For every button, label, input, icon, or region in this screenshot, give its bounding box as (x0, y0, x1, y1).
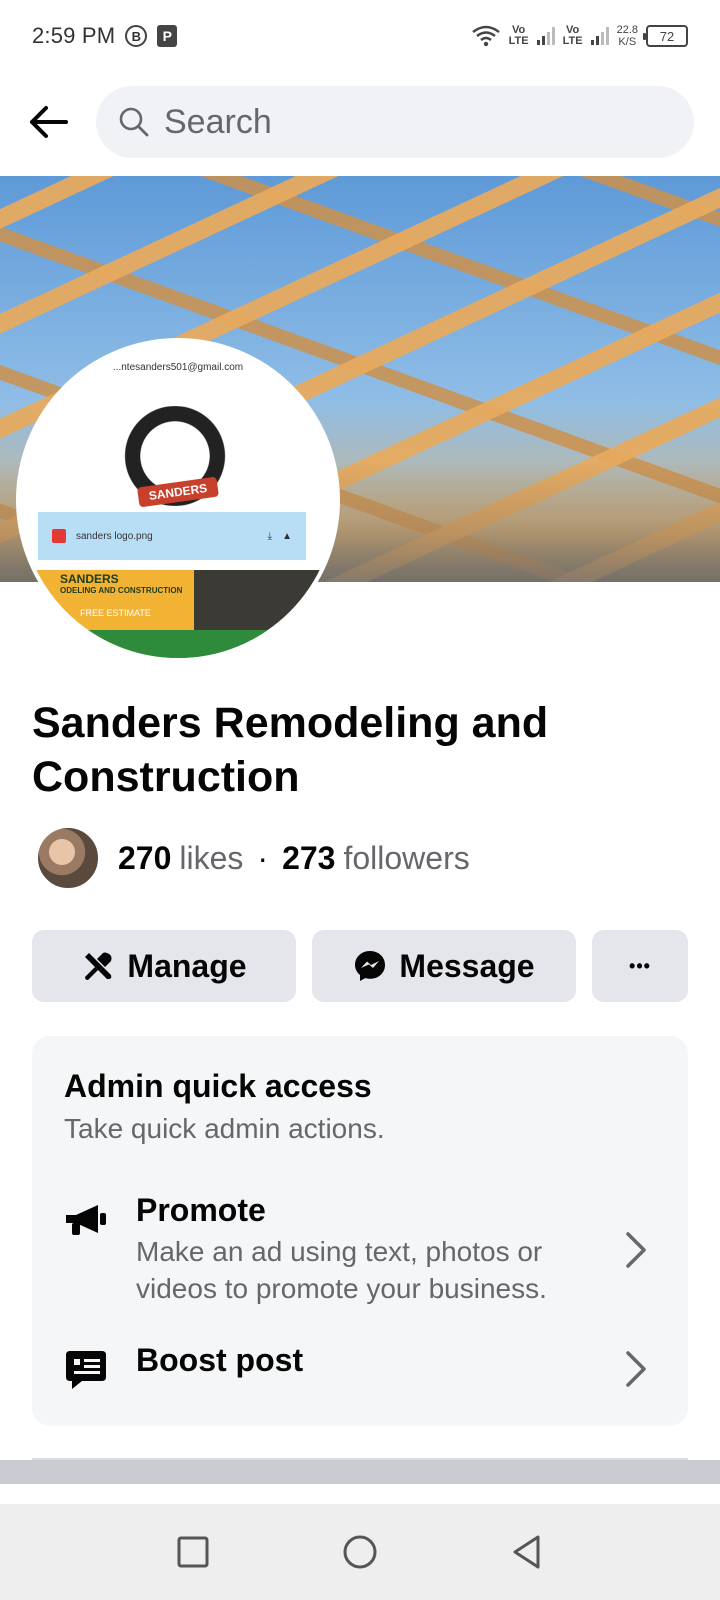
battery-icon: 72 (643, 25, 688, 47)
profile-picture-image: ...ntesanders501@gmail.com SANDERS sande… (20, 342, 336, 658)
signal-bars-icon (536, 27, 555, 45)
likes-count: 270 (118, 839, 172, 876)
boost-post-row[interactable]: Boost post (64, 1342, 656, 1396)
system-nav-bar (0, 1504, 720, 1600)
search-placeholder: Search (164, 102, 272, 141)
arrow-left-icon (30, 106, 68, 138)
home-button[interactable] (330, 1522, 390, 1582)
sim1-lte-text: LTE (508, 35, 529, 47)
megaphone-icon (64, 1196, 124, 1246)
status-bar: 2:59 PM B P Vo LTE Vo LTE 22.8 K/S 72 (0, 0, 720, 72)
profile-picture[interactable]: ...ntesanders501@gmail.com SANDERS sande… (16, 338, 340, 662)
page-title: Sanders Remodeling and Construction (32, 699, 549, 801)
promote-row[interactable]: Promote Make an ad using text, photos or… (64, 1192, 656, 1307)
followers-label: followers (343, 839, 470, 876)
sim2-lte-indicator: Vo LTE (563, 25, 583, 47)
profile-image-file-name: sanders logo.png (76, 530, 153, 542)
sim2-lte-text: LTE (562, 35, 583, 47)
p-notification-icon: P (157, 25, 178, 47)
status-left: 2:59 PM B P (32, 23, 178, 49)
admin-quick-access-card: Admin quick access Take quick admin acti… (32, 1036, 688, 1426)
admin-card-subtitle: Take quick admin actions. (64, 1113, 385, 1144)
page-actions: Manage Message ••• (32, 930, 688, 1002)
speed-unit: K/S (618, 36, 637, 48)
chevron-right-icon (616, 1230, 656, 1270)
triangle-back-icon (513, 1535, 540, 1569)
top-header: Search (0, 84, 720, 160)
section-separator (0, 1460, 720, 1484)
manage-button[interactable]: Manage (32, 930, 296, 1002)
speed-value: 22.8 (616, 24, 638, 36)
banner-green-strip (20, 630, 336, 658)
boost-post-icon (64, 1346, 124, 1396)
chevron-right-icon (616, 1349, 656, 1389)
drive-icon: ▲ (282, 530, 292, 542)
likes-label: likes (179, 839, 244, 876)
promote-description: Make an ad using text, photos or videos … (136, 1236, 547, 1304)
image-file-icon (52, 529, 66, 543)
wifi-icon (471, 25, 500, 47)
more-options-button[interactable]: ••• (592, 930, 688, 1002)
friend-avatar[interactable] (36, 826, 100, 890)
followers-count: 273 (282, 839, 336, 876)
search-icon (119, 107, 149, 137)
banner-cta: FREE ESTIMATE (80, 608, 151, 618)
search-input[interactable]: Search (96, 86, 694, 158)
profile-image-file-bar: sanders logo.png ⤓ ▲ (38, 512, 306, 560)
admin-card-title: Admin quick access (64, 1068, 372, 1104)
message-label: Message (399, 947, 535, 984)
back-button[interactable] (26, 100, 70, 144)
sim1-lte-indicator: Vo LTE (509, 25, 529, 47)
message-button[interactable]: Message (312, 930, 576, 1002)
square-icon (177, 1536, 209, 1568)
stats-text[interactable]: 270 likes · 273 followers (118, 840, 470, 877)
banner-subtitle: ODELING AND CONSTRUCTION (60, 586, 183, 595)
banner-title: SANDERS (60, 572, 119, 586)
messenger-icon (355, 951, 386, 981)
system-back-button[interactable] (497, 1522, 557, 1582)
status-right: Vo LTE Vo LTE 22.8 K/S 72 (471, 24, 688, 48)
tools-icon (85, 952, 112, 980)
download-icon: ⤓ (267, 530, 273, 542)
page-stats: 270 likes · 273 followers (36, 826, 470, 890)
profile-image-email: ...ntesanders501@gmail.com (112, 362, 244, 373)
b-notification-icon: B (125, 25, 148, 47)
stats-separator: · (257, 839, 269, 876)
signal-bars-icon (590, 27, 609, 45)
boost-post-title: Boost post (136, 1342, 304, 1378)
recent-apps-button[interactable] (163, 1522, 223, 1582)
status-time: 2:59 PM (32, 23, 116, 48)
more-dots-icon: ••• (629, 955, 651, 976)
battery-level: 72 (659, 28, 675, 44)
circle-icon (343, 1535, 377, 1569)
network-speed: 22.8 K/S (617, 24, 638, 48)
manage-label: Manage (127, 947, 247, 984)
promote-title: Promote (136, 1192, 266, 1228)
